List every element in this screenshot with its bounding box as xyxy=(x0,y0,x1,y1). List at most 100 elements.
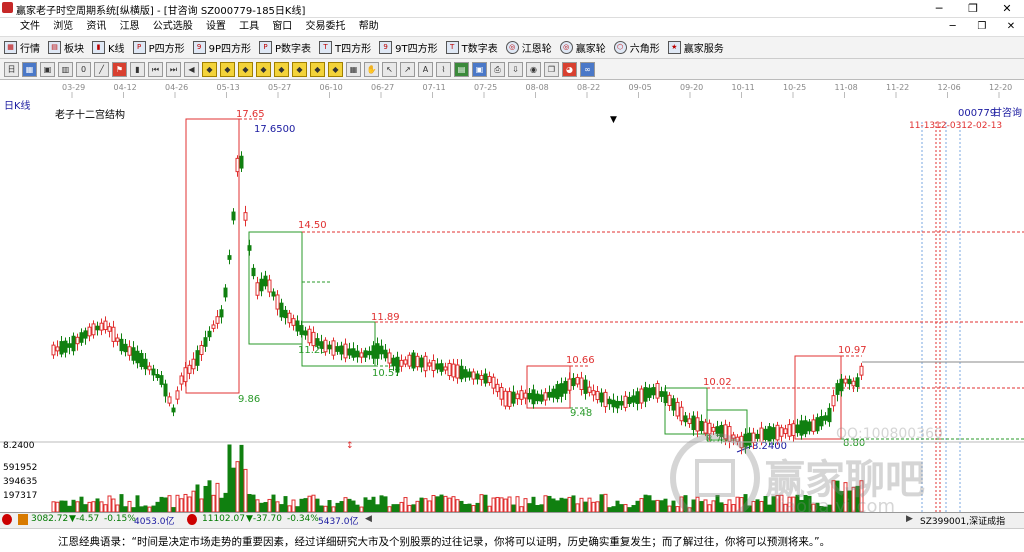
candle-body xyxy=(471,371,476,380)
stock-code: 000779 xyxy=(958,108,996,119)
copy-icon[interactable]: ❐ xyxy=(544,61,559,77)
camera-icon[interactable]: ◉ xyxy=(526,61,541,77)
toolbar-quotes-button[interactable]: ▦ 行情 xyxy=(4,40,40,55)
toolbar-sector-button[interactable]: ▤ 板块 xyxy=(48,40,84,55)
toolbar-t-table-button[interactable]: T T数字表 xyxy=(445,40,498,55)
chart-icon[interactable]: ▤ xyxy=(454,61,469,77)
toolbar-winner-wheel-button[interactable]: ◎ 赢家轮 xyxy=(559,40,606,55)
toolbar-t-square-button[interactable]: T T四方形 xyxy=(319,40,371,55)
sh-flag-icon xyxy=(18,514,28,525)
volume-bar xyxy=(107,495,112,512)
candle-body xyxy=(271,291,276,297)
grid-icon[interactable]: ▦ xyxy=(22,61,37,77)
diamond3-icon[interactable]: ◆ xyxy=(238,61,253,77)
menu-window[interactable]: 窗口 xyxy=(267,18,297,36)
candle-body xyxy=(327,344,332,350)
fibo-icon[interactable]: ⌇ xyxy=(436,61,451,77)
volume-bar xyxy=(647,495,652,512)
save-icon[interactable]: ▣ xyxy=(472,61,487,77)
candle-body xyxy=(59,341,64,355)
toolbar-p-table-button[interactable]: P P数字表 xyxy=(259,40,311,55)
export-icon[interactable]: ⇩ xyxy=(508,61,523,77)
child-close-button[interactable]: ✕ xyxy=(998,18,1024,36)
hexagon-icon: ⬡ xyxy=(613,41,627,54)
first-icon[interactable]: ⏮ xyxy=(148,61,163,77)
infinity-icon[interactable]: ∞ xyxy=(580,61,595,77)
level-label-6: 9.48 xyxy=(570,408,592,419)
dropdown-marker[interactable]: ▼ xyxy=(610,115,617,125)
toolbar-gann-wheel-button[interactable]: ◎ 江恩轮 xyxy=(505,40,552,55)
hand-icon[interactable]: ✋ xyxy=(364,61,379,77)
diamond5-icon[interactable]: ◆ xyxy=(274,61,289,77)
candle-body xyxy=(55,346,60,352)
toolbar-p-square-button[interactable]: P P四方形 xyxy=(132,40,185,55)
candle-body xyxy=(427,362,432,367)
title-bar: 赢家老子时空周期系统[纵横版] - [甘咨询 SZ000779-185日K线] … xyxy=(0,0,1024,18)
zero-icon[interactable]: 0 xyxy=(76,61,91,77)
candle-body xyxy=(527,392,532,400)
print-icon[interactable]: ⎙ xyxy=(490,61,505,77)
diamond8-icon[interactable]: ◆ xyxy=(328,61,343,77)
prev-icon[interactable]: ◀ xyxy=(184,61,199,77)
candle-body xyxy=(283,309,288,319)
candle-body xyxy=(607,398,612,405)
candle-body xyxy=(467,371,472,378)
menu-formula[interactable]: 公式选股 xyxy=(148,18,198,36)
bar-chart-icon[interactable]: ▮ xyxy=(130,61,145,77)
kline-chart-canvas[interactable]: 03-29 04-12 04-26 05-13 05-27 06-10 06-27 07-11… xyxy=(0,80,1024,512)
menu-trade[interactable]: 交易委托 xyxy=(301,18,351,36)
candle-body xyxy=(335,346,340,352)
sz-index-icon xyxy=(187,514,197,525)
candle-body xyxy=(711,426,716,432)
menu-settings[interactable]: 设置 xyxy=(201,18,231,36)
scroll-right-icon[interactable]: ▶ xyxy=(906,514,913,524)
toolbar-hexagon-button[interactable]: ⬡ 六角形 xyxy=(613,40,660,55)
candle-body xyxy=(675,401,680,417)
window-icon[interactable]: ▣ xyxy=(40,61,55,77)
flag-icon[interactable]: ⚑ xyxy=(112,61,127,77)
main-toolbar: ▦ 行情 ▤ 板块 ▮ K线 P P四方形 9 9P四方形 P P数字表 T T四方形 9 9T… xyxy=(0,37,1024,59)
color-wheel-icon[interactable]: ◕ xyxy=(562,61,577,77)
volume-bar xyxy=(491,497,496,512)
close-button[interactable]: ✕ xyxy=(990,0,1024,17)
date-tick: 09-20 xyxy=(680,83,703,92)
candle-body xyxy=(843,378,848,384)
candle-body xyxy=(115,337,120,342)
menu-browse[interactable]: 浏览 xyxy=(48,18,78,36)
volume-bar xyxy=(115,504,120,512)
toolbar-9p-square-button[interactable]: 9 9P四方形 xyxy=(192,40,251,55)
menu-news[interactable]: 资讯 xyxy=(81,18,111,36)
draw-line-icon[interactable]: ╱ xyxy=(94,61,109,77)
kline-chart[interactable]: 03-29 04-12 04-26 05-13 05-27 06-10 06-27 07-11… xyxy=(0,80,1024,512)
text-icon[interactable]: A xyxy=(418,61,433,77)
child-restore-button[interactable]: ❐ xyxy=(969,18,995,36)
child-minimize-button[interactable]: ─ xyxy=(940,18,966,36)
diamond1-icon[interactable]: ◆ xyxy=(202,61,217,77)
table-icon[interactable]: ▦ xyxy=(346,61,361,77)
layout-icon[interactable]: ▥ xyxy=(58,61,73,77)
menu-gann[interactable]: 江恩 xyxy=(115,18,145,36)
menu-file[interactable]: 文件 xyxy=(0,18,45,36)
volume-bar xyxy=(219,497,224,512)
period-selector-icon[interactable]: 日 xyxy=(4,61,19,77)
diamond7-icon[interactable]: ◆ xyxy=(310,61,325,77)
last-icon[interactable]: ⏭ xyxy=(166,61,181,77)
minimize-button[interactable]: ─ xyxy=(922,0,956,17)
diamond6-icon[interactable]: ◆ xyxy=(292,61,307,77)
toolbar-service-button[interactable]: ★ 赢家服务 xyxy=(667,40,724,55)
menu-tools[interactable]: 工具 xyxy=(234,18,264,36)
diamond2-icon[interactable]: ◆ xyxy=(220,61,235,77)
candle-body xyxy=(363,350,368,358)
volume-bar xyxy=(135,495,140,512)
trend-icon[interactable]: ↗ xyxy=(400,61,415,77)
scroll-left-icon[interactable]: ◀ xyxy=(365,514,372,524)
toolbar-9t-square-button[interactable]: 9 9T四方形 xyxy=(379,40,438,55)
volume-bar xyxy=(339,501,344,512)
drawing-toolbar: 日 ▦ ▣ ▥ 0 ╱ ⚑ ▮ ⏮ ⏭ ◀ ◆ ◆ ◆ ◆ ◆ ◆ ◆ ◆ ▦ … xyxy=(0,59,1024,80)
menu-help[interactable]: 帮助 xyxy=(354,18,384,36)
cursor-icon[interactable]: ↖ xyxy=(382,61,397,77)
diamond4-icon[interactable]: ◆ xyxy=(256,61,271,77)
maximize-button[interactable]: ❐ xyxy=(956,0,990,17)
toolbar-kline-button[interactable]: ▮ K线 xyxy=(92,40,125,55)
volume-bar xyxy=(699,501,704,512)
